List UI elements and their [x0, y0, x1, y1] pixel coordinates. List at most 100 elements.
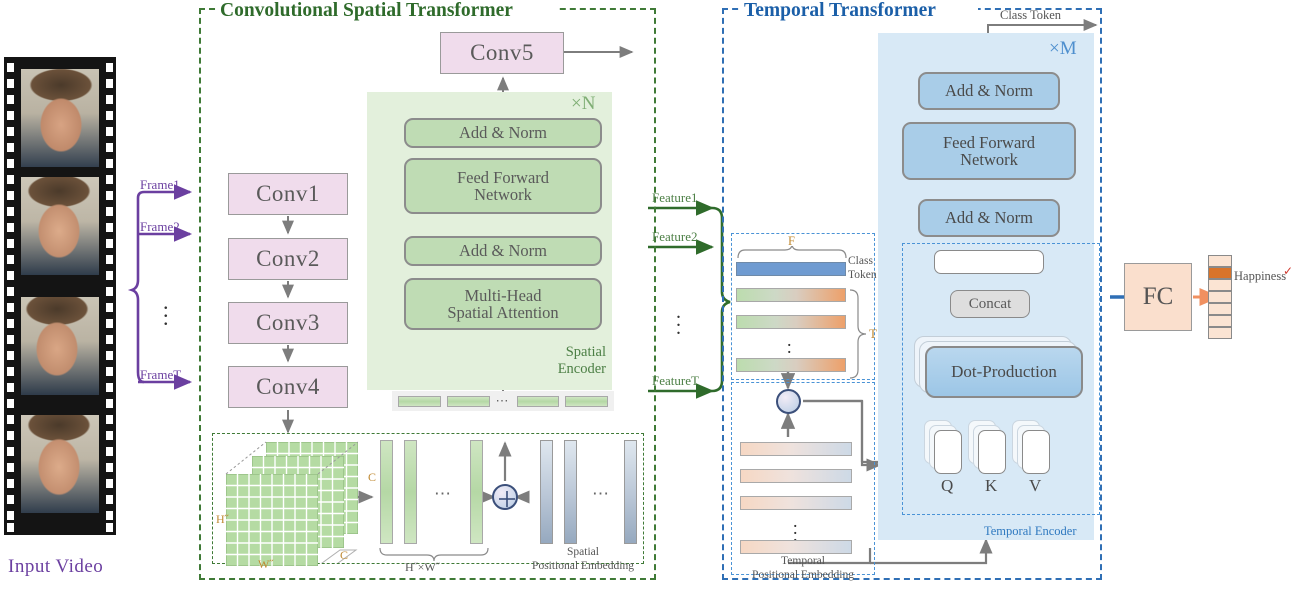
flat-token	[470, 440, 483, 544]
temporal-pe-bar	[740, 540, 852, 554]
temporal-pe-bar	[740, 442, 852, 456]
temporal-pe-bar	[740, 496, 852, 510]
conv4-block[interactable]: Conv4	[228, 366, 348, 408]
spatial-sum-node	[492, 484, 518, 510]
temporal-feature-token	[736, 288, 846, 302]
prediction-check-icon: ✓	[1283, 264, 1292, 278]
video-frame-1	[21, 69, 99, 167]
class-token-bar	[736, 262, 846, 276]
spatial-pe-bar	[624, 440, 637, 544]
feature-map-w-label: W˝	[258, 557, 274, 571]
spatial-pe-bar	[564, 440, 577, 544]
prob-cell-6	[1208, 327, 1232, 339]
concat-block[interactable]: Concat	[950, 290, 1030, 318]
conv1-block[interactable]: Conv1	[228, 173, 348, 215]
ffn-line1: Feed Forward	[456, 167, 550, 187]
spatial-transformer-title: Convolutional Spatial Transformer	[220, 0, 513, 21]
channel-c-label: C	[368, 470, 377, 484]
flattened-token-bars: ⋯	[380, 440, 492, 552]
spatial-token-row: ⋯	[392, 391, 614, 411]
video-frame-4	[21, 415, 99, 513]
spatial-encoder-label-line1: Spatial	[565, 344, 606, 360]
attention-line2: Spatial Attention	[447, 303, 559, 322]
feature-label-1: Feature1	[652, 190, 698, 205]
temporal-pe-bar	[740, 469, 852, 483]
video-frame-2	[21, 177, 99, 275]
flatten-dim-label: H˝×W˝	[405, 560, 440, 574]
temporal-pe-vertical-dots: ...	[793, 511, 798, 545]
temporal-transformer-title: Temporal Transformer	[744, 0, 936, 21]
spatial-add-norm-top[interactable]: Add & Norm	[404, 118, 602, 148]
temporal-feed-forward-network[interactable]: Feed Forward Network	[902, 122, 1076, 180]
conv3-block[interactable]: Conv3	[228, 302, 348, 344]
frame-label-1: Frame1	[140, 177, 180, 192]
temporal-add-norm-bottom[interactable]: Add & Norm	[918, 199, 1060, 237]
spatial-encoder-label: Spatial Encoder	[512, 344, 606, 377]
attention-linear-projection[interactable]	[934, 250, 1044, 274]
spatial-pe-line2: Positional Embedding	[532, 560, 634, 573]
attention-line1: Multi-Head	[464, 285, 542, 305]
frame-label-t: FrameT	[140, 367, 182, 382]
spatial-pe-ellipsis: ⋯	[592, 484, 611, 503]
dot-production-block[interactable]: Dot-Production	[925, 346, 1083, 398]
temporal-encoder-label: Temporal Encoder	[984, 524, 1077, 538]
flat-token	[380, 440, 393, 544]
feature-label-t: FeatureT	[652, 373, 699, 388]
temporal-ffn-line1: Feed Forward	[942, 132, 1036, 152]
v-label: V	[1029, 476, 1042, 495]
spatial-add-norm-bottom[interactable]: Add & Norm	[404, 236, 602, 266]
spatial-token	[398, 395, 441, 407]
prob-cell-2	[1208, 279, 1232, 291]
spatial-token	[446, 395, 490, 407]
cube-depth-edges	[225, 441, 358, 563]
conv2-block[interactable]: Conv2	[228, 238, 348, 280]
multi-head-spatial-attention[interactable]: Multi-Head Spatial Attention	[404, 278, 602, 330]
predicted-class-label: Happiness	[1234, 269, 1287, 283]
q-cell[interactable]	[934, 430, 962, 474]
temporal-add-norm-top[interactable]: Add & Norm	[918, 72, 1060, 110]
prob-cell-0	[1208, 255, 1232, 267]
conv5-block[interactable]: Conv5	[440, 32, 564, 74]
t-dimension-brace	[849, 289, 867, 379]
diagram-canvas: Input Video Frame1 Frame2 FrameT ... Con…	[0, 0, 1292, 590]
qkv-group: Q K V	[902, 420, 1100, 498]
temporal-token-vertical-dots: ...	[787, 330, 792, 364]
prob-cell-5	[1208, 315, 1232, 327]
q-label: Q	[941, 476, 954, 495]
flat-token	[404, 440, 417, 544]
feature-map-cube	[218, 438, 359, 567]
ffn-line2: Network	[474, 185, 532, 204]
plus-icon	[499, 491, 515, 507]
spatial-repeat-label: ×N	[571, 93, 596, 114]
feature-map-h-label: H˝	[216, 512, 229, 526]
spatial-pe-bar	[540, 440, 553, 544]
temporal-pe-line2: Positional Embedding	[752, 569, 854, 582]
spatial-positional-embedding-label: Spatial Positional Embedding	[520, 545, 646, 574]
class-token-stack-label: Class Token	[848, 255, 877, 283]
feature-map-c-label: C	[340, 548, 349, 562]
k-label: K	[985, 476, 998, 495]
temporal-pe-line1: Temporal	[781, 555, 825, 567]
temporal-feature-token	[736, 315, 846, 329]
input-video-filmstrip	[4, 57, 116, 535]
flat-token-ellipsis: ⋯	[434, 484, 453, 503]
fc-block[interactable]: FC	[1124, 263, 1192, 331]
temporal-repeat-label: ×M	[1049, 38, 1077, 59]
spatial-token-ellipsis: ⋯	[495, 393, 511, 408]
temporal-positional-embedding-label: Temporal Positional Embedding	[730, 554, 876, 583]
prob-cell-3	[1208, 291, 1232, 303]
k-cell[interactable]	[978, 430, 1006, 474]
temporal-ffn-line2: Network	[960, 150, 1018, 169]
video-frame-3	[21, 297, 99, 395]
class-token-line1: Class	[848, 255, 873, 267]
frame-label-2: Frame2	[140, 219, 180, 234]
feature-vertical-dots: ...	[676, 301, 681, 339]
v-cell[interactable]	[1022, 430, 1050, 474]
spatial-feed-forward-network[interactable]: Feed Forward Network	[404, 158, 602, 214]
spatial-token	[516, 395, 560, 407]
class-token-line2: Token	[848, 268, 877, 281]
prob-cell-4	[1208, 303, 1232, 315]
prob-cell-1	[1208, 267, 1232, 279]
spatial-positional-embedding-bars: ⋯	[540, 440, 644, 552]
temporal-feature-token	[736, 358, 846, 372]
